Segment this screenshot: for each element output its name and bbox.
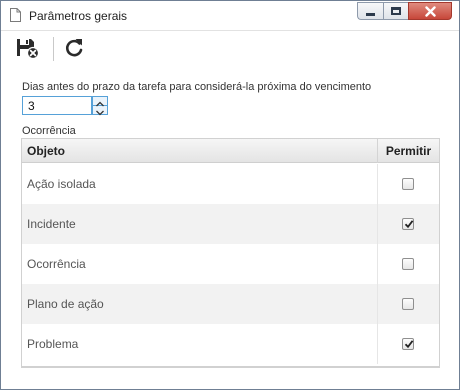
grid-header: Objeto Permitir xyxy=(22,139,439,163)
refresh-button[interactable] xyxy=(62,36,88,60)
column-header-object[interactable]: Objeto xyxy=(27,144,65,158)
grid-bottom-border xyxy=(21,367,440,368)
row-allow-cell xyxy=(377,284,439,324)
row-allow-cell xyxy=(377,204,439,244)
close-button[interactable] xyxy=(408,2,452,20)
days-before-due-label: Dias antes do prazo da tarefa para consi… xyxy=(22,81,372,93)
decrement-button[interactable] xyxy=(93,106,107,116)
row-object-label: Ação isolada xyxy=(27,177,96,191)
checkmark-icon xyxy=(404,220,414,229)
row-object-label: Problema xyxy=(27,337,79,351)
minimize-button[interactable] xyxy=(357,2,383,20)
table-row[interactable]: Ação isolada xyxy=(22,164,439,204)
allow-checkbox[interactable] xyxy=(402,218,414,230)
table-row[interactable]: Problema xyxy=(22,324,439,364)
close-icon xyxy=(425,6,436,17)
window-controls xyxy=(357,2,452,20)
row-allow-cell xyxy=(377,324,439,364)
refresh-icon xyxy=(65,39,83,57)
row-allow-cell xyxy=(377,244,439,284)
maximize-button[interactable] xyxy=(383,2,408,20)
document-icon xyxy=(10,8,21,22)
allow-checkbox[interactable] xyxy=(402,258,414,270)
allow-checkbox[interactable] xyxy=(402,298,414,310)
column-header-allow[interactable]: Permitir xyxy=(377,139,439,163)
row-object-label: Plano de ação xyxy=(27,297,104,311)
toolbar xyxy=(1,32,459,65)
allow-checkbox[interactable] xyxy=(402,338,414,350)
save-and-close-button[interactable] xyxy=(15,36,41,60)
toolbar-separator xyxy=(53,37,54,61)
table-row[interactable]: Ocorrência xyxy=(22,244,439,284)
checkmark-icon xyxy=(404,340,414,349)
window-title: Parâmetros gerais xyxy=(29,9,128,23)
occurrence-section-label: Ocorrência xyxy=(22,125,76,137)
save-close-icon xyxy=(17,39,40,60)
days-before-due-input[interactable] xyxy=(22,96,92,115)
row-allow-cell xyxy=(377,164,439,204)
parameters-window: Parâmetros gerais Dias antes do prazo da… xyxy=(0,0,460,390)
chevron-down-icon xyxy=(96,110,104,116)
minimize-icon xyxy=(366,13,375,16)
increment-button[interactable] xyxy=(93,97,107,107)
allow-checkbox[interactable] xyxy=(402,178,414,190)
table-row[interactable]: Plano de ação xyxy=(22,284,439,324)
days-stepper xyxy=(92,96,108,116)
maximize-icon xyxy=(391,7,401,15)
table-row[interactable]: Incidente xyxy=(22,204,439,244)
row-object-label: Ocorrência xyxy=(27,257,86,271)
occurrence-grid: Objeto Permitir Ação isolada Incidente O… xyxy=(21,138,440,367)
row-object-label: Incidente xyxy=(27,217,76,231)
title-bar[interactable]: Parâmetros gerais xyxy=(1,1,459,31)
